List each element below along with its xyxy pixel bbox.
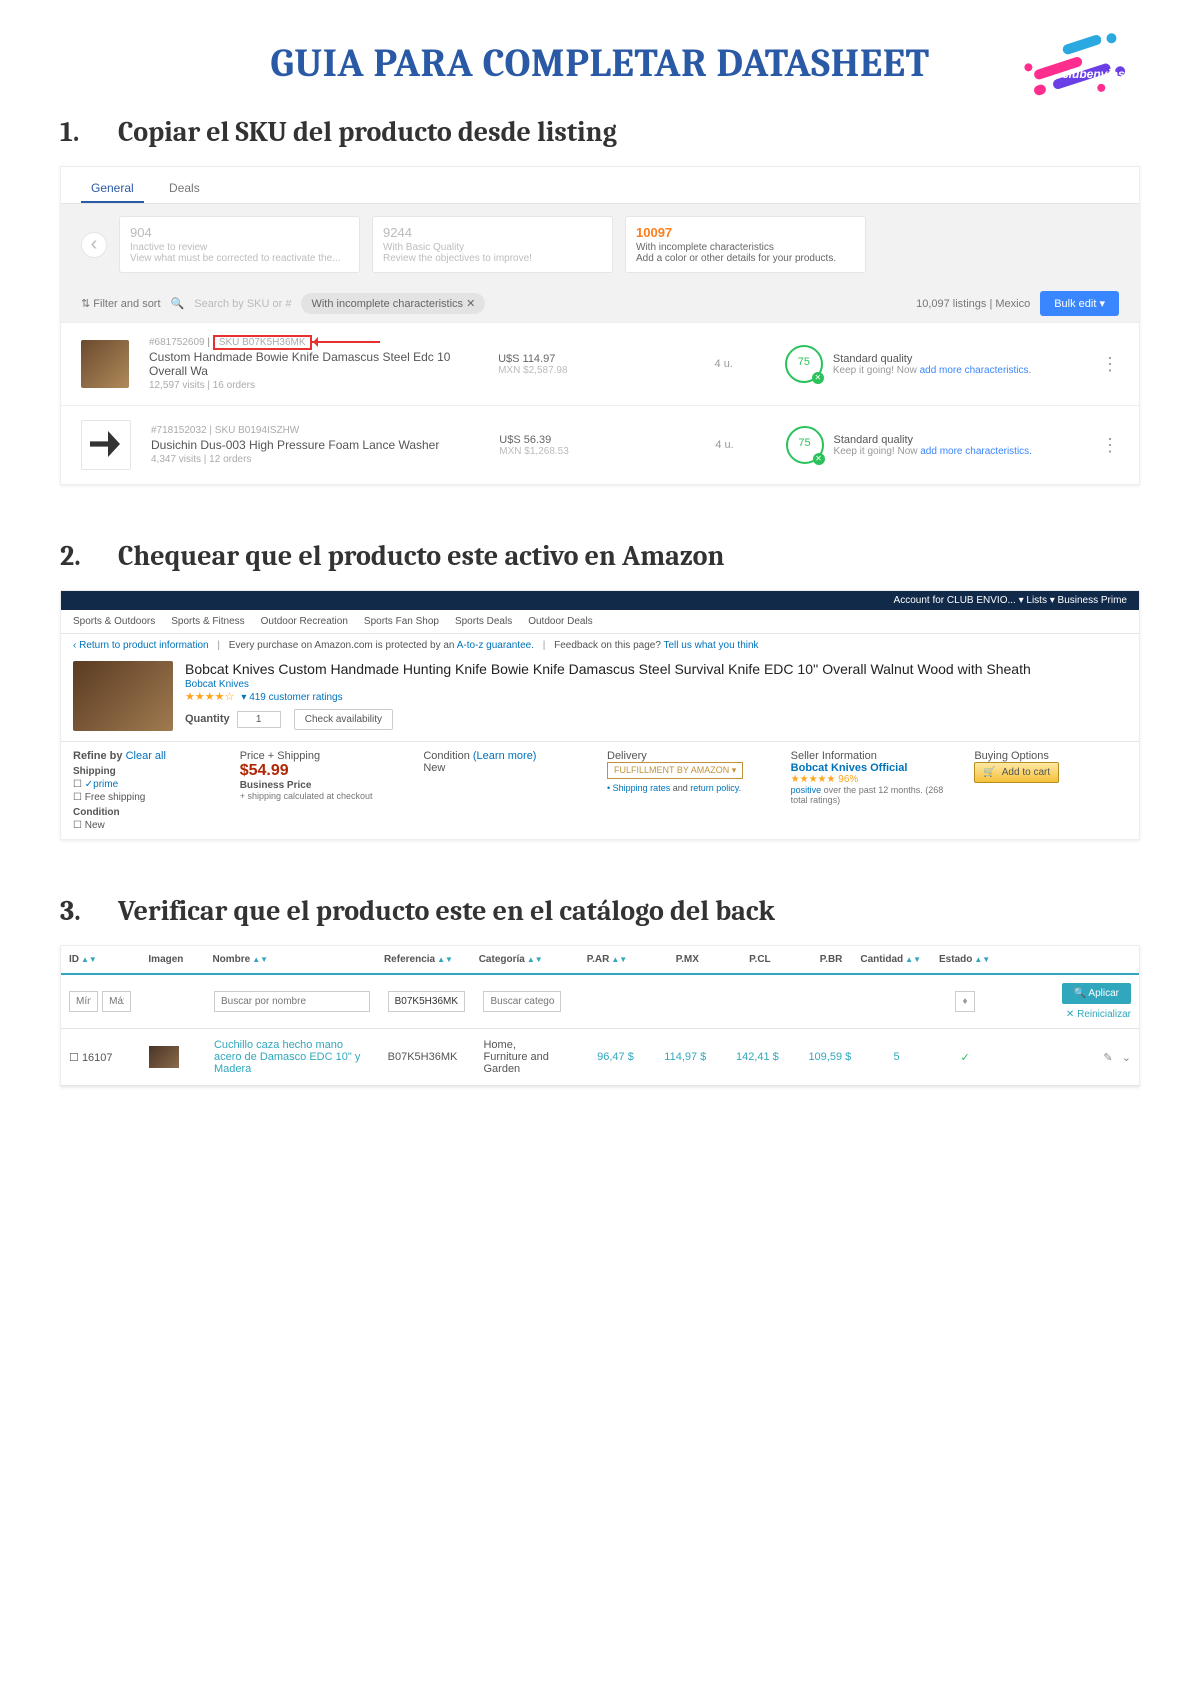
add-characteristics-link[interactable]: add more characteristics. xyxy=(920,365,1032,376)
bulk-edit-button[interactable]: Bulk edit ▾ xyxy=(1040,291,1119,316)
account-menu[interactable]: Account for CLUB ENVIO... ▾ Lists ▾ Busi… xyxy=(894,595,1127,606)
clear-all-link[interactable]: Clear all xyxy=(126,750,166,762)
tab-general[interactable]: General xyxy=(81,175,144,203)
product-thumb xyxy=(81,420,131,470)
product-name[interactable]: Custom Handmade Bowie Knife Damascus Ste… xyxy=(149,350,478,378)
sku-highlight: SKU B07K5H36MK xyxy=(213,335,312,350)
free-shipping-checkbox[interactable]: ☐ Free shipping xyxy=(73,792,226,803)
screenshot-amazon: Account for CLUB ENVIO... ▾ Lists ▾ Busi… xyxy=(60,590,1140,840)
product-image xyxy=(73,661,173,731)
more-icon[interactable]: ⋮ xyxy=(1101,435,1119,456)
screenshot-backoffice: ID▲▼ Imagen Nombre▲▼ Referencia▲▼ Catego… xyxy=(60,945,1140,1087)
reset-link[interactable]: ✕ Reinicializar xyxy=(1066,1009,1131,1020)
prime-checkbox[interactable]: ☐ ✓prime xyxy=(73,779,226,790)
learn-more-link[interactable]: (Learn more) xyxy=(473,750,537,762)
shipping-rates-link[interactable]: Shipping rates xyxy=(613,783,671,793)
id-min-input[interactable] xyxy=(69,991,98,1012)
product-link[interactable]: Cuchillo caza hecho mano acero de Damasc… xyxy=(210,1037,374,1077)
edit-icon[interactable]: ✎ xyxy=(1103,1052,1112,1064)
listing-row: #718152032 | SKU B0194ISZHW Dusichin Dus… xyxy=(61,405,1139,484)
arrow-annotation xyxy=(310,341,380,343)
quality-ring: 75 xyxy=(785,345,823,383)
product-thumb xyxy=(81,340,129,388)
row-checkbox[interactable]: ☐ xyxy=(69,1052,79,1064)
screenshot-listing: General Deals ‹ 904 Inactive to review V… xyxy=(60,166,1140,485)
product-name[interactable]: Dusichin Dus-003 High Pressure Foam Lanc… xyxy=(151,438,479,452)
add-to-cart-button[interactable]: Add to cart xyxy=(974,762,1059,783)
name-filter-input[interactable] xyxy=(214,991,370,1012)
summary-card[interactable]: 904 Inactive to review View what must be… xyxy=(119,216,360,273)
cat-filter-input[interactable] xyxy=(483,991,561,1012)
price: $54.99 xyxy=(240,762,410,780)
search-icon: 🔍 xyxy=(171,297,185,310)
check-availability-button[interactable]: Check availability xyxy=(294,709,393,730)
ref-filter-input[interactable] xyxy=(388,991,466,1012)
rating-stars[interactable]: ★★★★☆ ▾ 419 customer ratings xyxy=(185,690,1031,703)
summary-card-active[interactable]: 10097 With incomplete characteristics Ad… xyxy=(625,216,866,273)
tab-deals[interactable]: Deals xyxy=(159,175,210,201)
quality-ring: 75 xyxy=(786,426,824,464)
filter-row: ♦ 🔍 Aplicar ✕ Reinicializar xyxy=(61,975,1139,1029)
page-title: GUIA PARA COMPLETAR DATASHEET xyxy=(270,40,929,86)
svg-text:clubenvios: clubenvios xyxy=(1062,67,1125,81)
feedback-link[interactable]: Tell us what you think xyxy=(663,640,758,651)
listing-count: 10,097 listings | Mexico xyxy=(916,298,1030,310)
seller-link[interactable]: Bobcat Knives Official xyxy=(791,762,961,774)
product-title: Bobcat Knives Custom Handmade Hunting Kn… xyxy=(185,661,1031,677)
step-3-heading: 3. Verificar que el producto este en el … xyxy=(60,895,1140,927)
listing-row: #681752609 | SKU B07K5H36MK Custom Handm… xyxy=(61,322,1139,405)
status-select[interactable]: ♦ xyxy=(955,991,975,1012)
summary-card[interactable]: 9244 With Basic Quality Review the objec… xyxy=(372,216,613,273)
step-2-heading: 2. Chequear que el producto este activo … xyxy=(60,540,1140,572)
guarantee-link[interactable]: A-to-z guarantee. xyxy=(457,640,534,651)
id-max-input[interactable] xyxy=(102,991,131,1012)
back-link[interactable]: ‹ Return to product information xyxy=(73,640,209,651)
filter-chip[interactable]: With incomplete characteristics ✕ xyxy=(301,293,485,314)
more-icon[interactable]: ⋮ xyxy=(1101,354,1119,375)
new-checkbox[interactable]: ☐ New xyxy=(73,820,226,831)
return-policy-link[interactable]: return policy. xyxy=(690,783,741,793)
brand-link[interactable]: Bobcat Knives xyxy=(185,679,1031,690)
filter-sort-button[interactable]: ⇅ Filter and sort xyxy=(81,297,161,310)
add-characteristics-link[interactable]: add more characteristics. xyxy=(920,446,1032,457)
chevron-left-icon[interactable]: ‹ xyxy=(81,232,107,258)
apply-button[interactable]: 🔍 Aplicar xyxy=(1062,983,1131,1004)
check-icon: ✓ xyxy=(938,1049,993,1066)
fba-select[interactable]: FULFILLMENT BY AMAZON ▾ xyxy=(607,762,743,779)
table-row: ☐ 16107 Cuchillo caza hecho mano acero d… xyxy=(61,1029,1139,1086)
table-header: ID▲▼ Imagen Nombre▲▼ Referencia▲▼ Catego… xyxy=(61,946,1139,975)
category-nav[interactable]: Sports & OutdoorsSports & FitnessOutdoor… xyxy=(61,610,1139,634)
product-thumb xyxy=(149,1046,179,1068)
brand-logo: clubenvios xyxy=(1020,20,1150,120)
expand-icon[interactable]: ⌄ xyxy=(1122,1052,1131,1064)
quantity-input[interactable]: 1 xyxy=(237,711,281,728)
search-input[interactable]: Search by SKU or # xyxy=(194,298,291,310)
step-1-heading: 1. Copiar el SKU del producto desde list… xyxy=(60,116,1140,148)
